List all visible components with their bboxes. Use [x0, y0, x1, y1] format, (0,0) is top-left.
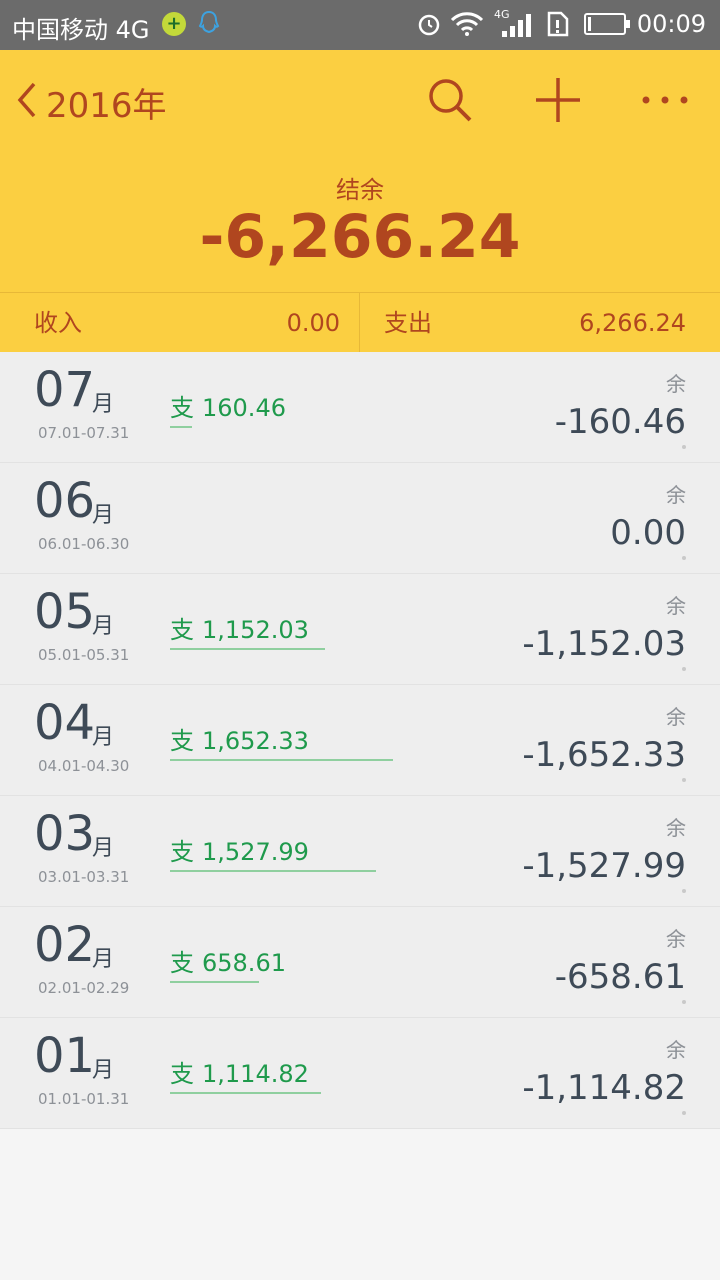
balance-label: 余 [666, 1038, 686, 1062]
month-suffix: 月 [92, 1058, 115, 1083]
expense-value: 160.46 [202, 394, 286, 422]
month-row[interactable]: 06 月 06.01-06.30 余 0.00 [0, 463, 720, 574]
sim-alert-icon [546, 11, 570, 43]
expense-bar [170, 426, 192, 428]
summary-bar: 收入 0.00 支出 6,266.24 [0, 292, 720, 353]
expense-amount: 支 1,652.33 [170, 721, 309, 756]
date-range: 04.01-04.30 [38, 757, 130, 775]
month-number: 03 [34, 806, 96, 862]
income-label: 收入 [34, 309, 82, 337]
add-icon[interactable] [534, 76, 582, 128]
more-icon[interactable] [640, 76, 690, 128]
month-suffix: 月 [92, 392, 115, 417]
date-range: 01.01-01.31 [38, 1090, 130, 1108]
month-row[interactable]: 02 月 02.01-02.29 支 658.61 余 -658.61 [0, 907, 720, 1018]
balance-label: 余 [666, 816, 686, 840]
month-number: 05 [34, 584, 96, 640]
balance-label: 结余 [336, 176, 384, 204]
row-indicator-dot [682, 667, 686, 671]
expense-bar [170, 648, 325, 650]
month-number: 06 [34, 473, 96, 529]
network-badge-icon: + [162, 12, 186, 36]
qq-icon [198, 10, 220, 44]
month-row[interactable]: 01 月 01.01-01.31 支 1,114.82 余 -1,114.82 [0, 1018, 720, 1129]
income-value: 0.00 [286, 309, 340, 337]
month-suffix: 月 [92, 947, 115, 972]
balance-value: -1,114.82 [522, 1068, 686, 1108]
expense-amount: 支 1,152.03 [170, 610, 309, 645]
balance-value: -6,266.24 [199, 202, 521, 272]
month-number: 02 [34, 917, 96, 973]
month-number: 07 [34, 362, 96, 418]
expense-value: 6,266.24 [579, 309, 686, 337]
expense-tag: 支 [170, 1060, 194, 1088]
date-range: 06.01-06.30 [38, 535, 130, 553]
expense-tag: 支 [170, 838, 194, 866]
balance-label: 余 [666, 372, 686, 396]
expense-tag: 支 [170, 616, 194, 644]
expense-bar [170, 981, 259, 983]
balance-value: -1,152.03 [522, 624, 686, 664]
row-indicator-dot [682, 556, 686, 560]
alarm-icon [416, 11, 442, 43]
signal-icon [498, 11, 532, 45]
expense-tag: 支 [170, 394, 194, 422]
back-button[interactable]: 2016年 [14, 78, 167, 126]
month-suffix: 月 [92, 614, 115, 639]
balance-value: -1,527.99 [522, 846, 686, 886]
date-range: 07.01-07.31 [38, 424, 130, 442]
expense-value: 658.61 [202, 949, 286, 977]
balance-label: 余 [666, 483, 686, 507]
header: 2016年 结余 -6,266.24 收入 0.00 支出 6,266.24 [0, 50, 720, 353]
month-list: 07 月 07.01-07.31 支 160.46 余 -160.46 06 月 06.01-06… [0, 352, 720, 1129]
balance-label: 余 [666, 594, 686, 618]
expense-bar [170, 870, 376, 872]
expense-label: 支出 [384, 309, 432, 337]
year-label: 2016年 [46, 85, 167, 126]
date-range: 02.01-02.29 [38, 979, 130, 997]
row-indicator-dot [682, 445, 686, 449]
battery-icon [584, 13, 630, 35]
balance-value: -160.46 [554, 402, 686, 442]
date-range: 05.01-05.31 [38, 646, 130, 664]
row-indicator-dot [682, 1000, 686, 1004]
chevron-left-icon [14, 80, 38, 124]
month-suffix: 月 [92, 836, 115, 861]
month-number: 04 [34, 695, 96, 751]
balance-label: 余 [666, 927, 686, 951]
expense-value: 1,152.03 [202, 616, 309, 644]
month-row[interactable]: 03 月 03.01-03.31 支 1,527.99 余 -1,527.99 [0, 796, 720, 907]
month-row[interactable]: 05 月 05.01-05.31 支 1,152.03 余 -1,152.03 [0, 574, 720, 685]
balance-value: -1,652.33 [522, 735, 686, 775]
expense-value: 1,527.99 [202, 838, 309, 866]
month-suffix: 月 [92, 503, 115, 528]
month-suffix: 月 [92, 725, 115, 750]
summary-divider [359, 293, 360, 353]
expense-amount: 支 658.61 [170, 943, 286, 978]
month-row[interactable]: 07 月 07.01-07.31 支 160.46 余 -160.46 [0, 352, 720, 463]
date-range: 03.01-03.31 [38, 868, 130, 886]
carrier-label: 中国移动 4G [12, 16, 150, 44]
expense-value: 1,114.82 [202, 1060, 309, 1088]
expense-value: 1,652.33 [202, 727, 309, 755]
month-number: 01 [34, 1028, 96, 1084]
status-bar: 中国移动 4G + 4G 00:09 [0, 0, 720, 50]
balance-label: 余 [666, 705, 686, 729]
expense-tag: 支 [170, 727, 194, 755]
expense-tag: 支 [170, 949, 194, 977]
wifi-icon [450, 11, 484, 43]
row-indicator-dot [682, 778, 686, 782]
expense-bar [170, 759, 393, 761]
expense-amount: 支 160.46 [170, 388, 286, 423]
expense-bar [170, 1092, 321, 1094]
expense-amount: 支 1,527.99 [170, 832, 309, 867]
row-indicator-dot [682, 889, 686, 893]
clock-label: 00:09 [636, 10, 706, 38]
row-indicator-dot [682, 1111, 686, 1115]
balance-value: -658.61 [554, 957, 686, 997]
expense-amount: 支 1,114.82 [170, 1054, 309, 1089]
month-row[interactable]: 04 月 04.01-04.30 支 1,652.33 余 -1,652.33 [0, 685, 720, 796]
search-icon[interactable] [426, 76, 474, 128]
balance-value: 0.00 [610, 513, 686, 553]
